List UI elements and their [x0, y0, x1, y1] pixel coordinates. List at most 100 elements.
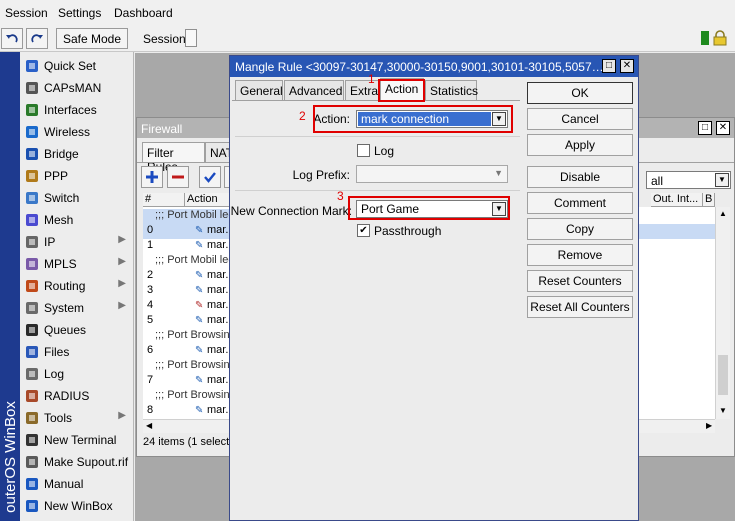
add-button[interactable]: [141, 166, 163, 188]
sidebar-item-mesh[interactable]: Mesh: [20, 209, 134, 231]
sidebar-item-label: Tools: [44, 411, 73, 425]
undo-icon: [6, 33, 18, 43]
chevron-down-icon[interactable]: ▼: [715, 173, 729, 187]
plus-icon: [146, 171, 158, 183]
sidebar-item-interfaces[interactable]: Interfaces: [20, 99, 134, 121]
copy-button[interactable]: Copy: [527, 218, 633, 240]
sidebar-item-label: Files: [44, 345, 70, 359]
rule-number: 5: [147, 314, 154, 326]
undo-button[interactable]: [1, 28, 23, 49]
cancel-button[interactable]: Cancel: [527, 108, 633, 130]
table-row[interactable]: ✎ 5 mar...: [143, 314, 239, 329]
col-out-int[interactable]: Out. Int...: [651, 193, 703, 207]
remove-button[interactable]: [167, 166, 189, 188]
sidebar-item-new-winbox[interactable]: New WinBox: [20, 495, 134, 517]
tab-general[interactable]: General: [235, 80, 283, 100]
table-row[interactable]: ✎ 7 mar...: [143, 374, 239, 389]
filter-select[interactable]: all ▼: [646, 171, 731, 189]
annotation-box-action-tab: [378, 79, 425, 102]
col-num[interactable]: #: [143, 193, 185, 207]
log-checkbox[interactable]: [357, 144, 370, 157]
tab-advanced[interactable]: Advanced: [284, 80, 344, 100]
sidebar-item-queues[interactable]: Queues: [20, 319, 134, 341]
comment-button[interactable]: Comment: [527, 192, 633, 214]
vertical-scrollbar[interactable]: ▲ ▼: [715, 207, 730, 419]
log-icon: [24, 366, 40, 382]
ok-button[interactable]: OK: [527, 82, 633, 104]
rule-action: ;;; Port Browsing: [155, 359, 236, 371]
scroll-thumb[interactable]: [718, 355, 728, 395]
sidebar-item-mpls[interactable]: MPLS ▶: [20, 253, 134, 275]
col-b[interactable]: B: [703, 193, 715, 207]
separator: [235, 136, 520, 137]
chevron-down-icon[interactable]: ▼: [494, 168, 503, 178]
scroll-left-icon[interactable]: ◀: [146, 421, 152, 430]
capsman-icon: [24, 80, 40, 96]
passthrough-label: Passthrough: [374, 224, 442, 238]
maximize-icon[interactable]: □: [698, 121, 712, 135]
table-row[interactable]: ✎ 1 mar...: [143, 239, 239, 254]
menu-session[interactable]: Session: [5, 6, 48, 20]
sidebar-item-capsman[interactable]: CAPsMAN: [20, 77, 134, 99]
rule-number: 6: [147, 344, 154, 356]
sidebar-item-ip[interactable]: IP ▶: [20, 231, 134, 253]
menu-dashboard[interactable]: Dashboard: [114, 6, 173, 20]
sidebar-item-tools[interactable]: Tools ▶: [20, 407, 134, 429]
queues-icon: [24, 322, 40, 338]
safe-mode-button[interactable]: Safe Mode: [56, 28, 128, 49]
table-row[interactable]: ✎ 6 mar...: [143, 344, 239, 359]
menu-settings[interactable]: Settings: [58, 6, 101, 20]
comment-row[interactable]: ;;; Port Browsing: [143, 389, 239, 404]
comment-row[interactable]: ;;; Port Browsing: [143, 329, 239, 344]
scroll-down-icon[interactable]: ▼: [719, 406, 727, 415]
table-row[interactable]: ✎ 2 mar...: [143, 269, 239, 284]
maximize-icon[interactable]: □: [602, 59, 616, 73]
sidebar-item-make-supout-rif[interactable]: Make Supout.rif: [20, 451, 134, 473]
sidebar-item-bridge[interactable]: Bridge: [20, 143, 134, 165]
passthrough-checkbox[interactable]: ✔: [357, 224, 370, 237]
comment-row[interactable]: ;;; Port Mobil legends: [143, 254, 239, 269]
reset-counters-button[interactable]: Reset Counters: [527, 270, 633, 292]
tab-filter-rules[interactable]: Filter Rules: [142, 142, 205, 174]
rule-action: ;;; Port Mobil legends: [155, 254, 239, 266]
close-icon[interactable]: ✕: [620, 59, 634, 73]
sidebar-item-system[interactable]: System ▶: [20, 297, 134, 319]
col-action[interactable]: Action: [185, 193, 233, 207]
table-row[interactable]: ✎ 4 mar...: [143, 299, 239, 314]
sidebar-item-log[interactable]: Log: [20, 363, 134, 385]
sidebar-item-quick-set[interactable]: Quick Set: [20, 55, 134, 77]
rule-number: 0: [147, 224, 154, 236]
table-row[interactable]: ✎ 8 mar...: [143, 404, 239, 419]
scroll-right-icon[interactable]: ▶: [706, 421, 712, 430]
sidebar-item-switch[interactable]: Switch: [20, 187, 134, 209]
redo-button[interactable]: [26, 28, 48, 49]
sidebar-item-label: IP: [44, 235, 56, 249]
sidebar-item-ppp[interactable]: PPP: [20, 165, 134, 187]
tab-statistics[interactable]: Statistics: [425, 80, 478, 100]
rule-number: 1: [147, 239, 154, 251]
table-row[interactable]: ✎ 0 mar...: [143, 224, 239, 239]
apply-button[interactable]: Apply: [527, 134, 633, 156]
sidebar-item-label: Log: [44, 367, 65, 381]
sidebar-item-manual[interactable]: Manual: [20, 473, 134, 495]
comment-row[interactable]: ;;; Port Mobil legends: [143, 209, 239, 224]
annotation-marker-2: 2: [299, 109, 306, 123]
close-icon[interactable]: ✕: [716, 121, 730, 135]
comment-row[interactable]: ;;; Port Browsing: [143, 359, 239, 374]
reset-all-counters-button[interactable]: Reset All Counters: [527, 296, 633, 318]
scroll-up-icon[interactable]: ▲: [719, 209, 727, 218]
sidebar-item-label: Routing: [44, 279, 86, 293]
enable-button[interactable]: [199, 166, 221, 188]
disable-button[interactable]: Disable: [527, 166, 633, 188]
sidebar-item-routing[interactable]: Routing ▶: [20, 275, 134, 297]
sidebar-item-wireless[interactable]: Wireless: [20, 121, 134, 143]
table-row[interactable]: ✎ 3 mar...: [143, 284, 239, 299]
mpls-icon: [24, 256, 40, 272]
sidebar-item-files[interactable]: Files: [20, 341, 134, 363]
remove-button[interactable]: Remove: [527, 244, 633, 266]
pencil-icon: ✎: [195, 315, 204, 326]
log-prefix-input[interactable]: ▼: [356, 165, 508, 183]
session-field[interactable]: [185, 29, 197, 47]
sidebar-item-radius[interactable]: RADIUS: [20, 385, 134, 407]
sidebar-item-new-terminal[interactable]: New Terminal: [20, 429, 134, 451]
